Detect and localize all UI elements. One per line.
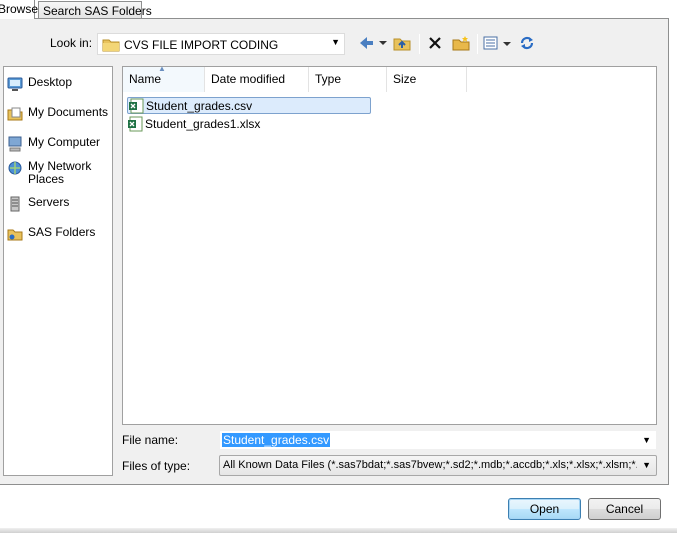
window-bottom-edge bbox=[0, 528, 677, 533]
column-header-label: Name bbox=[129, 72, 162, 86]
look-in-label: Look in: bbox=[50, 36, 93, 50]
place-servers[interactable]: Servers bbox=[7, 196, 111, 212]
chevron-down-icon[interactable]: ▼ bbox=[642, 435, 651, 445]
file-name-input[interactable]: Student_grades.csv ▼ bbox=[219, 430, 657, 450]
place-label: My Network Places bbox=[28, 159, 92, 186]
file-type-select[interactable]: All Known Data Files (*.sas7bdat;*.sas7b… bbox=[219, 455, 657, 476]
toolbar-separator bbox=[419, 34, 420, 54]
file-type-value: All Known Data Files (*.sas7bdat;*.sas7b… bbox=[223, 459, 637, 471]
place-label: Servers bbox=[28, 195, 70, 209]
column-header-label: Size bbox=[393, 72, 417, 86]
column-header-label: Type bbox=[315, 72, 342, 86]
up-folder-icon bbox=[393, 35, 411, 54]
tab-browse[interactable]: Browse bbox=[0, 0, 38, 19]
file-name-value: Student_grades.csv bbox=[222, 433, 331, 447]
delete-x-icon bbox=[428, 36, 442, 53]
up-folder-button[interactable] bbox=[392, 33, 412, 55]
place-sas-folders[interactable]: SAS Folders bbox=[7, 226, 111, 242]
file-row[interactable]: Student_grades1.xlsx bbox=[127, 115, 260, 132]
excel-file-icon bbox=[127, 116, 143, 132]
place-my-documents[interactable]: My Documents bbox=[7, 106, 111, 122]
toolbar-separator bbox=[477, 34, 478, 54]
column-header-label: Date modified bbox=[211, 72, 286, 86]
place-label: My Documents bbox=[28, 105, 109, 119]
back-button[interactable] bbox=[357, 33, 389, 55]
refresh-icon bbox=[519, 35, 535, 54]
place-my-network-places[interactable]: My Network Places bbox=[7, 160, 111, 186]
place-desktop[interactable]: Desktop bbox=[7, 76, 111, 92]
network-places-icon bbox=[7, 160, 25, 176]
views-menu-button[interactable] bbox=[483, 33, 513, 55]
file-name-label: File name: bbox=[122, 433, 179, 447]
column-header-date-modified[interactable]: Date modified bbox=[205, 67, 309, 92]
place-label: SAS Folders bbox=[28, 225, 96, 239]
places-bar: Desktop My Documents My Computer My Netw… bbox=[3, 66, 113, 476]
look-in-value: CVS FILE IMPORT CODING bbox=[124, 38, 279, 52]
tab-search-sas-folders[interactable]: Search SAS Folders bbox=[38, 1, 152, 19]
chevron-down-icon[interactable]: ▼ bbox=[331, 37, 340, 47]
folder-icon bbox=[102, 37, 120, 55]
cancel-button[interactable]: Cancel bbox=[588, 498, 661, 520]
refresh-button[interactable] bbox=[517, 33, 537, 55]
file-list: ▲ Name Date modified Type Size Student_g… bbox=[122, 64, 657, 425]
new-folder-button[interactable] bbox=[451, 33, 471, 55]
place-label: My Computer bbox=[28, 135, 101, 149]
my-computer-icon bbox=[7, 136, 25, 152]
back-arrow-icon bbox=[358, 36, 388, 53]
sas-folders-icon bbox=[7, 226, 25, 242]
open-button[interactable]: Open bbox=[508, 498, 581, 520]
column-header-size[interactable]: Size bbox=[387, 67, 467, 92]
file-type-label: Files of type: bbox=[122, 459, 191, 473]
new-folder-icon bbox=[452, 35, 470, 54]
place-my-computer[interactable]: My Computer bbox=[7, 136, 111, 152]
chevron-down-icon[interactable]: ▼ bbox=[642, 460, 651, 470]
excel-file-icon bbox=[128, 98, 144, 114]
look-in-dropdown[interactable]: CVS FILE IMPORT CODING ▼ bbox=[97, 33, 345, 55]
column-header-name[interactable]: ▲ Name bbox=[123, 64, 205, 92]
file-name: Student_grades.csv bbox=[146, 98, 253, 113]
sort-ascending-icon: ▲ bbox=[158, 64, 166, 73]
column-header-type[interactable]: Type bbox=[309, 67, 387, 92]
file-row[interactable]: Student_grades.csv bbox=[127, 97, 371, 114]
servers-icon bbox=[7, 196, 25, 212]
delete-button[interactable] bbox=[425, 33, 445, 55]
desktop-icon bbox=[7, 76, 25, 92]
file-name: Student_grades1.xlsx bbox=[145, 116, 261, 131]
place-label: Desktop bbox=[28, 75, 73, 89]
my-documents-icon bbox=[7, 106, 25, 122]
views-icon bbox=[483, 35, 513, 54]
